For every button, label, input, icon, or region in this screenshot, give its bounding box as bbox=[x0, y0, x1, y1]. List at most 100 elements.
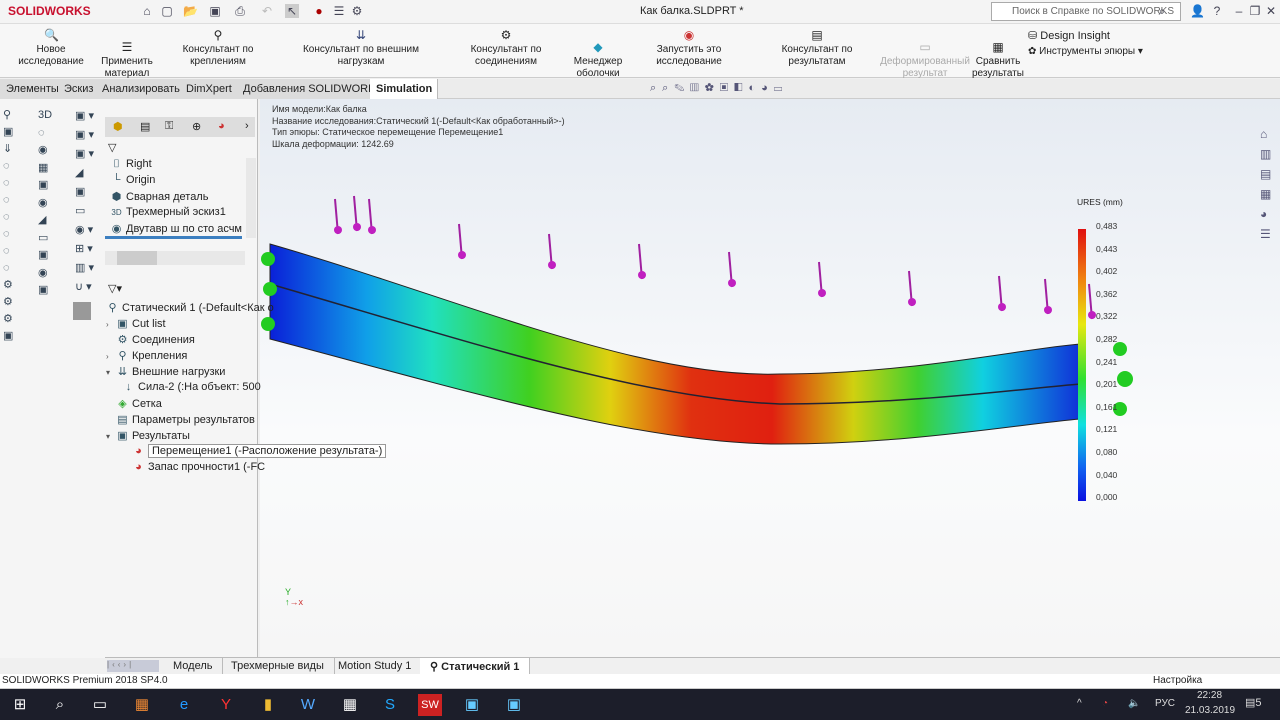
rebuild-icon[interactable]: ● bbox=[312, 4, 326, 18]
run-study-button[interactable]: ◉ Запустить это исследование bbox=[626, 24, 752, 78]
tree-item-3dsketch[interactable]: 3D Трехмерный эскиз1 bbox=[110, 206, 245, 222]
manager-tabs[interactable]: ⬢ ▤ ⚿ ⊕ ◕ › bbox=[105, 117, 255, 137]
sim-toolbar-col1[interactable]: ⚲ ▣ ⇓ ◌ ◌ ◌ ◌ ◌ ◌ ◌ ⚙ ⚙ ⚙ ▣ bbox=[3, 107, 13, 345]
legend-color-bar bbox=[1078, 229, 1086, 501]
calculator-icon[interactable]: ▦ bbox=[338, 694, 362, 716]
fixtures-advisor-button[interactable]: ⚲ Консультант по креплениям bbox=[156, 24, 280, 78]
configuration-manager-tab[interactable]: ⚿ bbox=[165, 120, 173, 133]
restore-button[interactable]: ❐ bbox=[1248, 4, 1262, 18]
tree-item-fixtures[interactable]: › ⚲ Крепления bbox=[106, 349, 258, 365]
tree-item-mesh[interactable]: ◈ Сетка bbox=[106, 397, 258, 413]
task-pane-tabs[interactable]: ⌂ ▥ ▤ ▦ ◕ ☰ bbox=[1260, 124, 1271, 244]
solidworks-logo[interactable]: SOLIDWORKS bbox=[8, 4, 91, 18]
home-icon[interactable]: ⌂ bbox=[140, 4, 154, 18]
edge-icon[interactable]: e bbox=[172, 694, 196, 716]
close-button[interactable]: ✕ bbox=[1264, 4, 1278, 18]
tabs-more-icon[interactable]: › bbox=[245, 120, 249, 132]
tree-item-force[interactable]: ↓ Сила-2 (:На объект: 500 bbox=[106, 381, 261, 397]
tab-3d-views[interactable]: Трехмерные виды bbox=[221, 658, 335, 675]
save-icon[interactable]: ▣ bbox=[208, 4, 222, 18]
tab-evaluate[interactable]: Анализировать bbox=[96, 79, 187, 99]
task-view-icon[interactable]: ▭ bbox=[88, 694, 112, 716]
help-search-input[interactable]: Поиск в Справке по SOLIDWORKS bbox=[991, 2, 1181, 21]
shell-manager-button[interactable]: ◆ Менеджер оболочки bbox=[572, 24, 624, 79]
tab-motion-study[interactable]: Motion Study 1 bbox=[328, 658, 423, 675]
load-arrow-head bbox=[1088, 311, 1096, 319]
tab-simulation[interactable]: Simulation bbox=[370, 79, 438, 99]
tree-item-factor-of-safety[interactable]: ◕ Запас прочности1 (-FC bbox=[106, 461, 265, 477]
tree-item-origin[interactable]: └ Origin bbox=[110, 174, 245, 190]
help-icon[interactable]: ? bbox=[1210, 4, 1224, 18]
clock-time[interactable]: 22:28 bbox=[1197, 690, 1222, 701]
word-icon[interactable]: W bbox=[296, 694, 320, 716]
solidworks-taskbar-icon[interactable]: SW bbox=[418, 694, 442, 716]
tab-model[interactable]: Модель bbox=[163, 658, 224, 675]
design-insight-button[interactable]: ⛁ Design Insight bbox=[1028, 29, 1110, 42]
search-icon[interactable]: ⌕ bbox=[1155, 4, 1169, 18]
connections-advisor-button[interactable]: ⚙ Консультант по соединениям bbox=[442, 24, 570, 78]
notifications-icon[interactable]: ▤5 bbox=[1245, 696, 1262, 709]
select-icon[interactable]: ↖ bbox=[285, 4, 299, 18]
undo-icon[interactable]: ↶ bbox=[260, 4, 274, 18]
tree-item-results[interactable]: ▾ ▣ Результаты bbox=[106, 429, 258, 445]
results-advisor-button[interactable]: ▤ Консультант по результатам bbox=[755, 24, 879, 78]
graphics-area[interactable]: Имя модели:Как балка Название исследован… bbox=[260, 99, 1280, 658]
language-indicator[interactable]: РУС bbox=[1155, 698, 1175, 709]
property-manager-tab[interactable]: ▤ bbox=[140, 120, 150, 133]
app-icon[interactable]: ▣ bbox=[460, 694, 484, 716]
sim-toolbar-col2[interactable]: 3D ◌ ◉ ▦ ▣ ◉ ◢ ▭ ▣ ◉ ▣ bbox=[38, 107, 52, 300]
tree-item-weldment[interactable]: ⬢ Сварная деталь bbox=[110, 190, 245, 206]
run-icon: ◉ bbox=[683, 28, 695, 42]
explorer-icon[interactable]: ▮ bbox=[256, 694, 280, 716]
deformed-icon: ▭ bbox=[919, 40, 931, 54]
open-icon[interactable]: 📂 bbox=[183, 4, 198, 18]
customize-menu[interactable]: Настройка bbox=[1153, 675, 1202, 686]
tree-item-right[interactable]: ⌷ Right bbox=[110, 158, 245, 174]
study-root[interactable]: ⚲ Статический 1 (-Default<Как о bbox=[106, 301, 273, 317]
tree-item-connections[interactable]: ⚙ Соединения bbox=[106, 333, 258, 349]
tab-static-study[interactable]: ⚲ Статический 1 bbox=[420, 658, 531, 675]
yandex-icon[interactable]: Y bbox=[214, 694, 238, 716]
apply-material-button[interactable]: ☰ Применить материал bbox=[100, 24, 154, 79]
gear-icon[interactable]: ⚙ bbox=[350, 4, 364, 18]
deformed-result-button[interactable]: ▭ Деформированный результат bbox=[880, 24, 970, 79]
tree-item-cut-list[interactable]: › ▣ Cut list bbox=[106, 317, 258, 333]
clock-date[interactable]: 21.03.2019 bbox=[1185, 705, 1235, 716]
tab-dimxpert[interactable]: DimXpert bbox=[180, 79, 239, 99]
store-icon[interactable]: ▦ bbox=[130, 694, 154, 716]
network-icon[interactable]: ◔ bbox=[1102, 698, 1108, 709]
feature-manager-tab[interactable]: ⬢ bbox=[113, 120, 123, 133]
sim-tool-icon[interactable] bbox=[73, 302, 91, 320]
sim-toolbar-col3[interactable]: ▣ ▾ ▣ ▾ ▣ ▾ ◢ ▣ ▭ ◉ ▾ ⊞ ▾ ▥ ▾ ∪ ▾ bbox=[75, 107, 94, 297]
compare-results-button[interactable]: ▦ Сравнить результаты bbox=[970, 24, 1026, 79]
tray-chevron-icon[interactable]: ^ bbox=[1077, 698, 1082, 709]
tab-sketch[interactable]: Эскиз bbox=[58, 79, 101, 99]
tab-scroll-buttons[interactable]: |‹‹›| bbox=[107, 660, 159, 672]
rollback-bar[interactable] bbox=[105, 236, 242, 239]
tab-addins[interactable]: Добавления SOLIDWORKS bbox=[237, 79, 390, 99]
tab-features[interactable]: Элементы bbox=[0, 79, 66, 99]
tree-item-displacement[interactable]: ◕ Перемещение1 (-Расположение результата-… bbox=[106, 444, 387, 461]
new-file-icon[interactable]: ▢ bbox=[160, 4, 174, 18]
sim-filter-icon[interactable]: ▽▾ bbox=[108, 282, 122, 295]
new-study-button[interactable]: 🔍 Новое исследование bbox=[5, 24, 97, 78]
plot-tools-button[interactable]: ✿ Инструменты эпюры ▾ bbox=[1028, 46, 1143, 57]
app-icon-2[interactable]: ▣ bbox=[502, 694, 526, 716]
display-manager-tab[interactable]: ◕ bbox=[218, 120, 225, 132]
print-icon[interactable]: ⎙ bbox=[233, 4, 247, 18]
filter-icon[interactable]: ▽ bbox=[108, 141, 116, 154]
loads-advisor-button[interactable]: ⇊ Консультант по внешним нагрузкам bbox=[282, 24, 440, 78]
dimxpert-manager-tab[interactable]: ⊕ bbox=[192, 120, 201, 133]
user-icon[interactable]: 👤 bbox=[1190, 4, 1205, 18]
tree-horizontal-scrollbar[interactable] bbox=[105, 251, 245, 265]
tree-item-result-options[interactable]: ▤ Параметры результатов bbox=[106, 413, 258, 429]
windows-start-icon[interactable]: ⊞ bbox=[8, 694, 32, 716]
minimize-button[interactable]: – bbox=[1232, 4, 1246, 18]
options-list-icon[interactable]: ☰ bbox=[332, 4, 346, 18]
view-heads-up-toolbar[interactable]: ⌕⌕✎▥✿▣◧◐◕▭ bbox=[650, 82, 788, 95]
tree-vertical-scrollbar[interactable] bbox=[246, 158, 256, 238]
search-icon[interactable]: ⌕ bbox=[48, 694, 72, 716]
tree-item-external-loads[interactable]: ▾ ⇊ Внешние нагрузки bbox=[106, 365, 258, 381]
skype-icon[interactable]: S bbox=[378, 694, 402, 716]
volume-icon[interactable]: 🔈 bbox=[1128, 698, 1140, 709]
